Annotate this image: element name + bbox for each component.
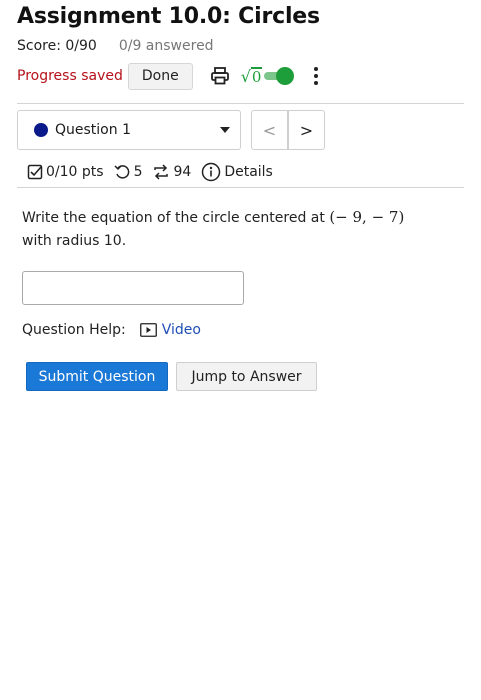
status-row: Progress saved Done √ 0 — [17, 62, 320, 90]
attempts-count: 94 — [173, 164, 192, 180]
toggle-switch[interactable] — [264, 67, 295, 85]
question-help: Question Help: Video — [22, 322, 201, 338]
question-prompt: Write the equation of the circle centere… — [22, 206, 442, 253]
video-link[interactable]: Video — [139, 322, 201, 338]
checkbox-icon — [27, 164, 43, 180]
question-select[interactable]: Question 1 — [17, 110, 241, 150]
sqrt-radicand: 0 — [250, 66, 263, 86]
question-help-label: Question Help: — [22, 322, 126, 338]
question-text-before: Write the equation of the circle centere… — [22, 210, 330, 226]
question-text-after: with radius 10. — [22, 233, 127, 249]
question-meta: 0/10 pts 5 94 Details — [27, 160, 283, 184]
chevron-left-icon: < — [262, 120, 277, 140]
done-button[interactable]: Done — [127, 62, 193, 90]
question-center-math: (− 9, − 7) — [329, 208, 405, 226]
print-icon[interactable] — [209, 65, 231, 87]
question-select-value: Question 1 — [55, 122, 131, 138]
question-status-dot — [34, 123, 48, 137]
next-question-button[interactable]: > — [288, 110, 325, 150]
details-button[interactable]: Details — [201, 162, 273, 182]
page-title: Assignment 10.0: Circles — [17, 4, 320, 29]
retries-badge: 5 — [114, 164, 143, 180]
retries-count: 5 — [133, 164, 143, 180]
undo-icon — [114, 165, 129, 179]
video-icon — [139, 323, 157, 337]
chevron-right-icon: > — [299, 120, 314, 140]
math-input-toggle[interactable]: √ 0 — [240, 66, 295, 86]
toggle-knob — [276, 67, 295, 85]
jump-to-answer-button[interactable]: Jump to Answer — [176, 362, 317, 391]
info-icon — [202, 162, 221, 182]
more-options-icon[interactable] — [312, 65, 320, 87]
sqrt-icon: √ — [240, 66, 251, 86]
points-text: 0/10 pts — [46, 164, 104, 180]
repeat-icon — [154, 164, 169, 180]
details-label: Details — [224, 164, 273, 180]
submit-question-button[interactable]: Submit Question — [26, 362, 168, 391]
points-badge: 0/10 pts — [27, 164, 104, 180]
score-row: Score: 0/90 0/9 answered — [17, 38, 214, 54]
caret-down-icon — [220, 127, 230, 133]
answered-count: 0/9 answered — [118, 38, 214, 54]
divider — [17, 103, 464, 104]
attempts-badge: 94 — [152, 164, 191, 180]
score-text: Score: 0/90 — [17, 38, 97, 54]
divider — [17, 187, 464, 188]
answer-input[interactable] — [22, 271, 244, 305]
video-label: Video — [161, 322, 201, 338]
progress-status: Progress saved — [17, 68, 123, 84]
previous-question-button[interactable]: < — [251, 110, 288, 150]
